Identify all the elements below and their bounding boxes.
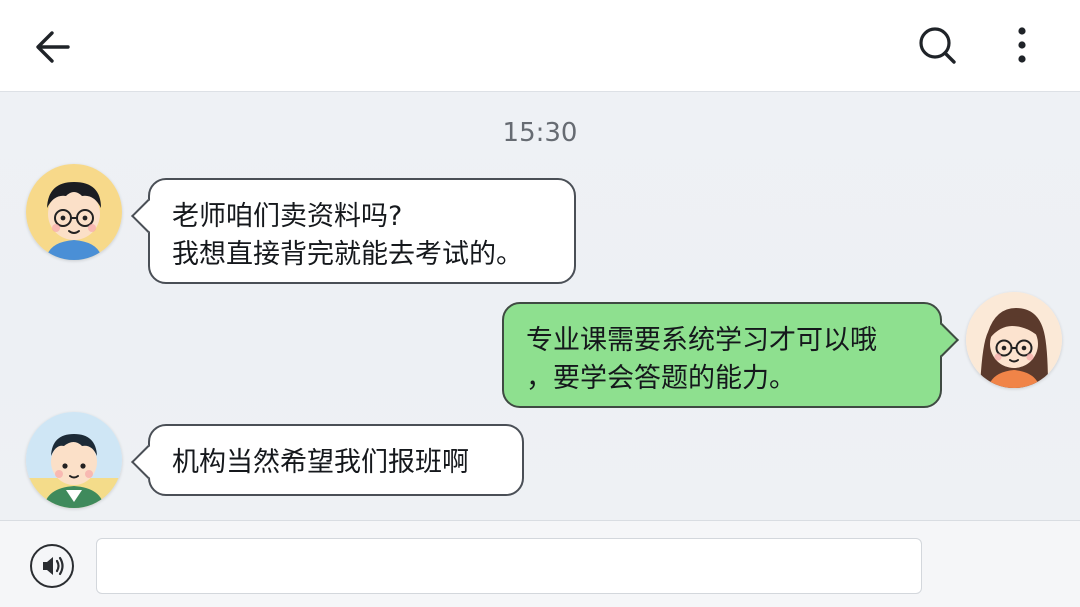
arrow-left-icon: [36, 31, 70, 63]
voice-input-button[interactable]: [30, 544, 74, 588]
search-button[interactable]: [914, 22, 960, 68]
back-button[interactable]: [30, 24, 76, 70]
message-line: 机构当然希望我们报班啊: [172, 447, 469, 478]
boy-with-glasses-avatar[interactable]: [26, 164, 122, 260]
message-bubble-incoming[interactable]: 老师咱们卖资料吗? 我想直接背完就能去考试的。: [148, 178, 576, 284]
message-line: ，要学会答题的能力。: [526, 363, 796, 394]
top-bar: [0, 0, 1080, 92]
voice-icon: [43, 556, 64, 576]
message-line: 老师咱们卖资料吗?: [172, 201, 403, 232]
message-bubble-outgoing[interactable]: 专业课需要系统学习才可以哦 ，要学会答题的能力。: [502, 302, 942, 408]
boy-avatar[interactable]: [26, 412, 122, 508]
message-input[interactable]: [96, 538, 922, 594]
input-bar: [0, 520, 1080, 607]
message-line: 专业课需要系统学习才可以哦: [526, 325, 877, 356]
more-vertical-icon: [1018, 27, 1026, 63]
woman-with-glasses-avatar[interactable]: [966, 292, 1062, 388]
message-timestamp: 15:30: [502, 118, 578, 148]
message-bubble-incoming[interactable]: 机构当然希望我们报班啊: [148, 424, 524, 496]
more-options-button[interactable]: [1002, 22, 1042, 68]
chat-area[interactable]: 15:30 老师咱们卖资料吗? 我想直接背完就能去考试的。 专业课需要系统学习才…: [0, 92, 1080, 520]
search-icon: [919, 27, 956, 64]
message-line: 我想直接背完就能去考试的。: [172, 239, 523, 270]
